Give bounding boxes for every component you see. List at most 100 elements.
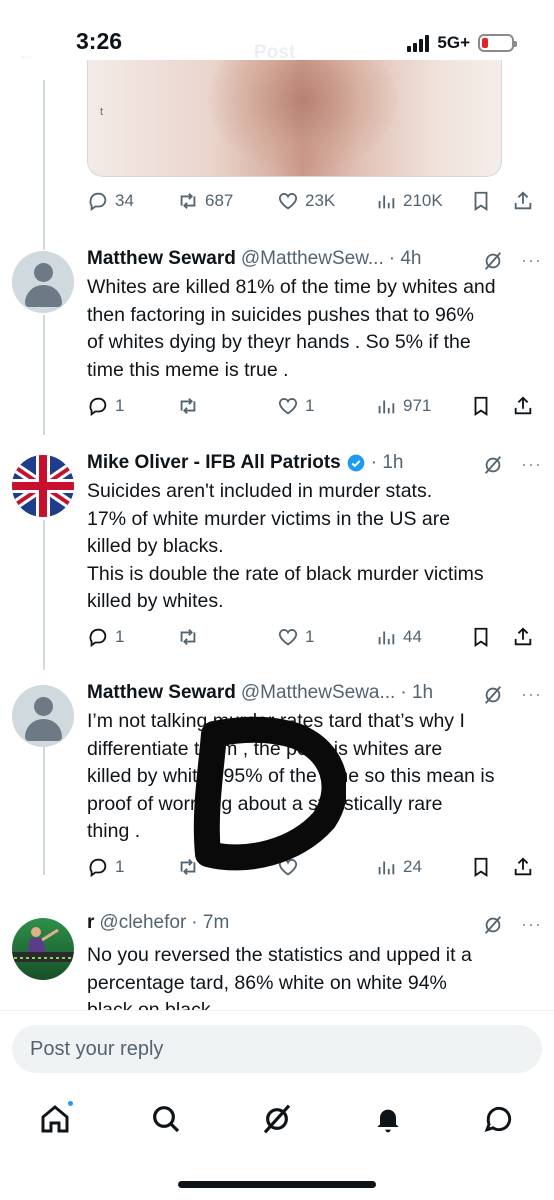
thread-line [43,745,45,875]
player-photo-icon [12,927,74,962]
share-button[interactable] [512,856,534,878]
avatar[interactable] [12,455,74,517]
share-icon [514,396,532,415]
bookmark-button[interactable] [470,626,492,648]
grok-icon[interactable] [482,454,504,476]
views-count: 971 [403,396,432,415]
share-button[interactable] [512,626,534,648]
more-options-icon[interactable]: ··· [521,250,542,271]
reply-count: 1 [115,627,125,646]
nav-notifications[interactable] [372,1103,404,1135]
reply-composer: Post your reply [0,1010,554,1086]
bookmark-button[interactable] [470,856,492,878]
reply-input[interactable]: Post your reply [12,1025,542,1073]
reply-button[interactable]: 1 [87,856,124,878]
signal-icon [407,34,430,52]
post-time: · 1h [400,682,434,703]
bookmark-icon [474,627,488,647]
author-handle[interactable]: @MatthewSewa... [241,682,395,704]
author-name[interactable]: Mike Oliver - IFB All Patriots [87,452,341,474]
nav-search[interactable] [150,1103,182,1135]
author-name[interactable]: Matthew Seward [87,682,236,704]
nav-home[interactable] [39,1099,76,1135]
network-type: 5G+ [437,33,470,52]
heart-icon [278,398,298,415]
share-icon [514,857,532,876]
like-count: 23K [305,191,336,210]
author-handle[interactable]: @MatthewSew... [241,248,384,270]
share-button[interactable] [512,395,534,417]
grok-icon [263,1104,291,1134]
views-button[interactable]: 24 [375,856,422,878]
more-options-icon[interactable]: ··· [521,454,542,475]
views-count: 24 [403,857,422,876]
avatar[interactable] [12,685,74,747]
repost-button[interactable] [177,395,205,417]
battery-icon [478,34,517,52]
author-name[interactable]: r [87,912,94,934]
author-name[interactable]: Matthew Seward [87,248,236,270]
grok-icon[interactable] [482,684,504,706]
views-icon [378,631,395,645]
notifications-icon [377,1109,399,1133]
post-media-image[interactable]: t [87,60,502,177]
nav-messages[interactable] [483,1103,515,1135]
post-time: · 4h [388,248,422,269]
grok-icon[interactable] [482,914,504,936]
reply-button[interactable]: 1 [87,395,124,417]
reply-button[interactable]: 34 [87,190,134,212]
clock: 3:26 [76,28,123,54]
reply-count: 1 [115,396,125,415]
post-header: Matthew Seward @MatthewSew... · 4h [87,248,421,270]
bookmark-button[interactable] [470,190,492,212]
back-arrow-icon[interactable]: ← [18,44,36,65]
home-indicator [178,1181,376,1188]
post-text: Whites are killed 81% of the time by whi… [87,276,496,381]
share-button[interactable] [512,190,534,212]
search-icon [153,1106,180,1133]
thread-line [43,315,45,435]
repost-button[interactable]: 687 [177,190,233,212]
marker-scribble [193,716,346,871]
views-count: 44 [403,627,422,646]
more-options-icon[interactable]: ··· [521,914,542,935]
union-flag-icon [12,455,74,517]
repost-icon [180,398,196,414]
views-icon [378,861,395,875]
post-time: · 7m [191,912,230,933]
like-button[interactable]: 1 [277,626,314,648]
bookmark-icon [474,857,488,877]
views-icon [378,400,395,414]
reply-button[interactable]: 1 [87,626,124,648]
reply-icon [89,858,107,878]
views-button[interactable]: 971 [375,395,431,417]
views-button[interactable]: 44 [375,626,422,648]
reply-icon [89,628,107,648]
reply-count: 34 [115,191,134,210]
status-icons: 5G+ [407,33,517,53]
like-button[interactable]: 1 [277,395,314,417]
reply-icon [89,397,107,417]
repost-button[interactable] [177,626,205,648]
bookmark-icon [474,396,488,416]
author-handle[interactable]: @clehefor [99,912,186,934]
heart-icon [278,629,298,646]
avatar[interactable] [12,251,74,313]
post-header: Mike Oliver - IFB All Patriots · 1h [87,452,404,474]
messages-icon [484,1106,511,1132]
more-options-icon[interactable]: ··· [521,684,542,705]
reply-icon [89,192,107,212]
post-header: Matthew Seward @MatthewSewa... · 1h [87,682,433,704]
post-header: r @clehefor · 7m [87,912,229,934]
bookmark-button[interactable] [470,395,492,417]
thread-line [43,520,45,670]
grok-icon[interactable] [482,250,504,272]
reply-count: 1 [115,857,125,876]
views-button[interactable]: 210K [375,190,443,212]
unread-dot [66,1099,76,1108]
views-icon [378,195,395,209]
avatar[interactable] [12,918,74,980]
nav-grok[interactable] [261,1103,293,1135]
like-button[interactable]: 23K [277,190,335,212]
media-glyph: t [100,106,104,118]
